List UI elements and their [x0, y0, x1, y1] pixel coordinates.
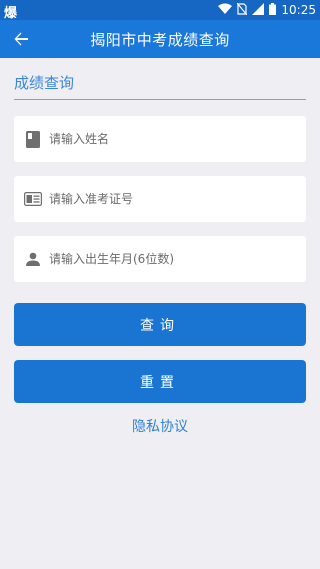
status-time: 10:25 [281, 3, 316, 17]
birth-field[interactable] [14, 236, 306, 282]
status-icons: 10:25 [218, 0, 316, 20]
name-input[interactable] [49, 119, 306, 159]
section-divider [14, 99, 306, 100]
section-title: 成绩查询 [14, 74, 75, 92]
id-card-icon [23, 189, 43, 209]
arrow-left-icon [14, 32, 28, 46]
app-bar: 揭阳市中考成绩查询 [0, 20, 320, 58]
no-sim-icon [236, 2, 248, 18]
birth-date-input[interactable] [49, 239, 306, 279]
notification-glyph: 爆 [4, 6, 18, 21]
battery-icon [269, 2, 277, 18]
ticket-field[interactable] [14, 176, 306, 222]
status-bar: 爆 10:25 [0, 0, 320, 21]
back-button[interactable] [6, 24, 36, 54]
wifi-icon [218, 3, 233, 18]
person-icon [23, 249, 43, 269]
reset-button[interactable]: 重置 [14, 360, 306, 403]
book-icon [23, 129, 43, 149]
query-button[interactable]: 查询 [14, 303, 306, 346]
signal-icon [252, 2, 265, 18]
ticket-number-input[interactable] [49, 179, 306, 219]
page-title: 揭阳市中考成绩查询 [90, 30, 230, 49]
name-field[interactable] [14, 116, 306, 162]
privacy-policy-link[interactable]: 隐私协议 [0, 416, 320, 436]
